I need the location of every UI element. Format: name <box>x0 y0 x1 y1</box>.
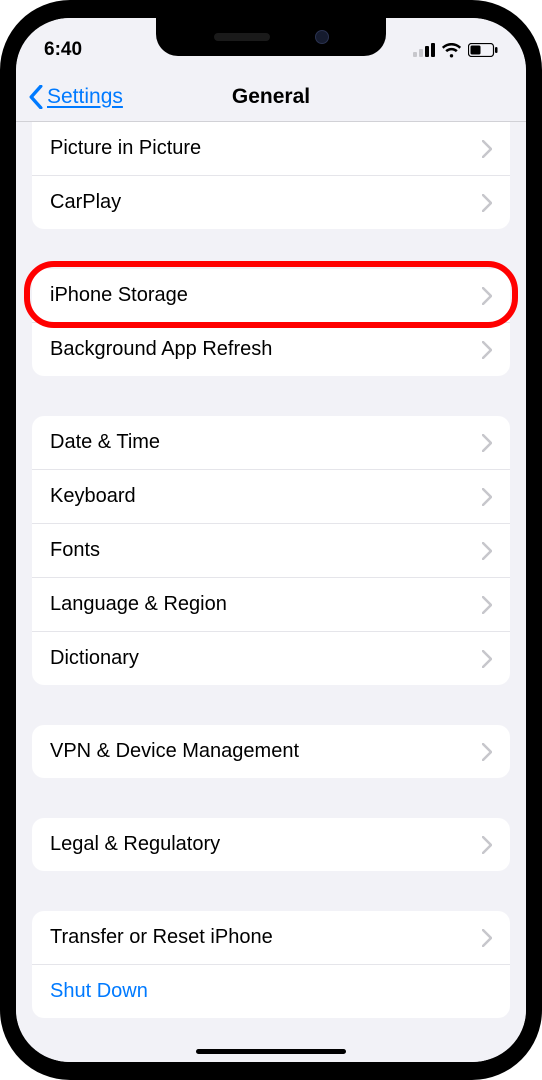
row-label: iPhone Storage <box>50 284 188 307</box>
screen: 6:40 <box>16 18 526 1062</box>
chevron-right-icon <box>482 194 492 212</box>
row-keyboard[interactable]: Keyboard <box>32 469 510 523</box>
status-right <box>413 43 498 58</box>
settings-group: Legal & Regulatory <box>32 818 510 871</box>
row-vpn-device-management[interactable]: VPN & Device Management <box>32 725 510 778</box>
row-transfer-reset[interactable]: Transfer or Reset iPhone <box>32 911 510 964</box>
row-picture-in-picture[interactable]: Picture in Picture <box>32 122 510 175</box>
settings-group: VPN & Device Management <box>32 725 510 778</box>
chevron-right-icon <box>482 743 492 761</box>
row-label: Picture in Picture <box>50 137 201 160</box>
settings-group: Picture in Picture CarPlay <box>32 122 510 229</box>
row-dictionary[interactable]: Dictionary <box>32 631 510 685</box>
settings-group: Date & Time Keyboard Fonts Language & Regio… <box>32 416 510 685</box>
row-shut-down[interactable]: Shut Down <box>32 964 510 1018</box>
row-label: VPN & Device Management <box>50 740 299 763</box>
settings-group: Transfer or Reset iPhone Shut Down <box>32 911 510 1018</box>
home-indicator[interactable] <box>196 1049 346 1054</box>
speaker-grill <box>214 33 270 41</box>
chevron-right-icon <box>482 488 492 506</box>
row-legal-regulatory[interactable]: Legal & Regulatory <box>32 818 510 871</box>
nav-bar: Settings General <box>16 72 526 122</box>
row-label: Legal & Regulatory <box>50 833 220 856</box>
chevron-right-icon <box>482 929 492 947</box>
cellular-icon <box>413 43 435 57</box>
row-label: Keyboard <box>50 485 136 508</box>
row-background-app-refresh[interactable]: Background App Refresh <box>32 322 510 376</box>
chevron-right-icon <box>482 287 492 305</box>
row-carplay[interactable]: CarPlay <box>32 175 510 229</box>
row-label: CarPlay <box>50 191 121 214</box>
chevron-right-icon <box>482 434 492 452</box>
row-date-time[interactable]: Date & Time <box>32 416 510 469</box>
notch <box>156 18 386 56</box>
status-time: 6:40 <box>44 39 82 61</box>
battery-icon <box>468 43 498 57</box>
settings-group: iPhone Storage Background App Refresh <box>32 269 510 376</box>
back-button[interactable]: Settings <box>28 85 123 109</box>
row-label: Date & Time <box>50 431 160 454</box>
row-label: Shut Down <box>50 980 148 1003</box>
settings-list[interactable]: Picture in Picture CarPlay iPhone Storage B… <box>16 122 526 1062</box>
row-iphone-storage[interactable]: iPhone Storage <box>32 269 510 322</box>
chevron-left-icon <box>28 85 44 109</box>
device-frame: 6:40 <box>0 0 542 1080</box>
row-label: Fonts <box>50 539 100 562</box>
row-label: Dictionary <box>50 647 139 670</box>
chevron-right-icon <box>482 836 492 854</box>
wifi-icon <box>441 43 462 58</box>
row-label: Transfer or Reset iPhone <box>50 926 273 949</box>
chevron-right-icon <box>482 140 492 158</box>
back-label: Settings <box>47 85 123 109</box>
front-camera <box>315 30 329 44</box>
row-label: Background App Refresh <box>50 338 272 361</box>
chevron-right-icon <box>482 650 492 668</box>
chevron-right-icon <box>482 341 492 359</box>
chevron-right-icon <box>482 596 492 614</box>
row-fonts[interactable]: Fonts <box>32 523 510 577</box>
chevron-right-icon <box>482 542 492 560</box>
row-language-region[interactable]: Language & Region <box>32 577 510 631</box>
row-label: Language & Region <box>50 593 227 616</box>
